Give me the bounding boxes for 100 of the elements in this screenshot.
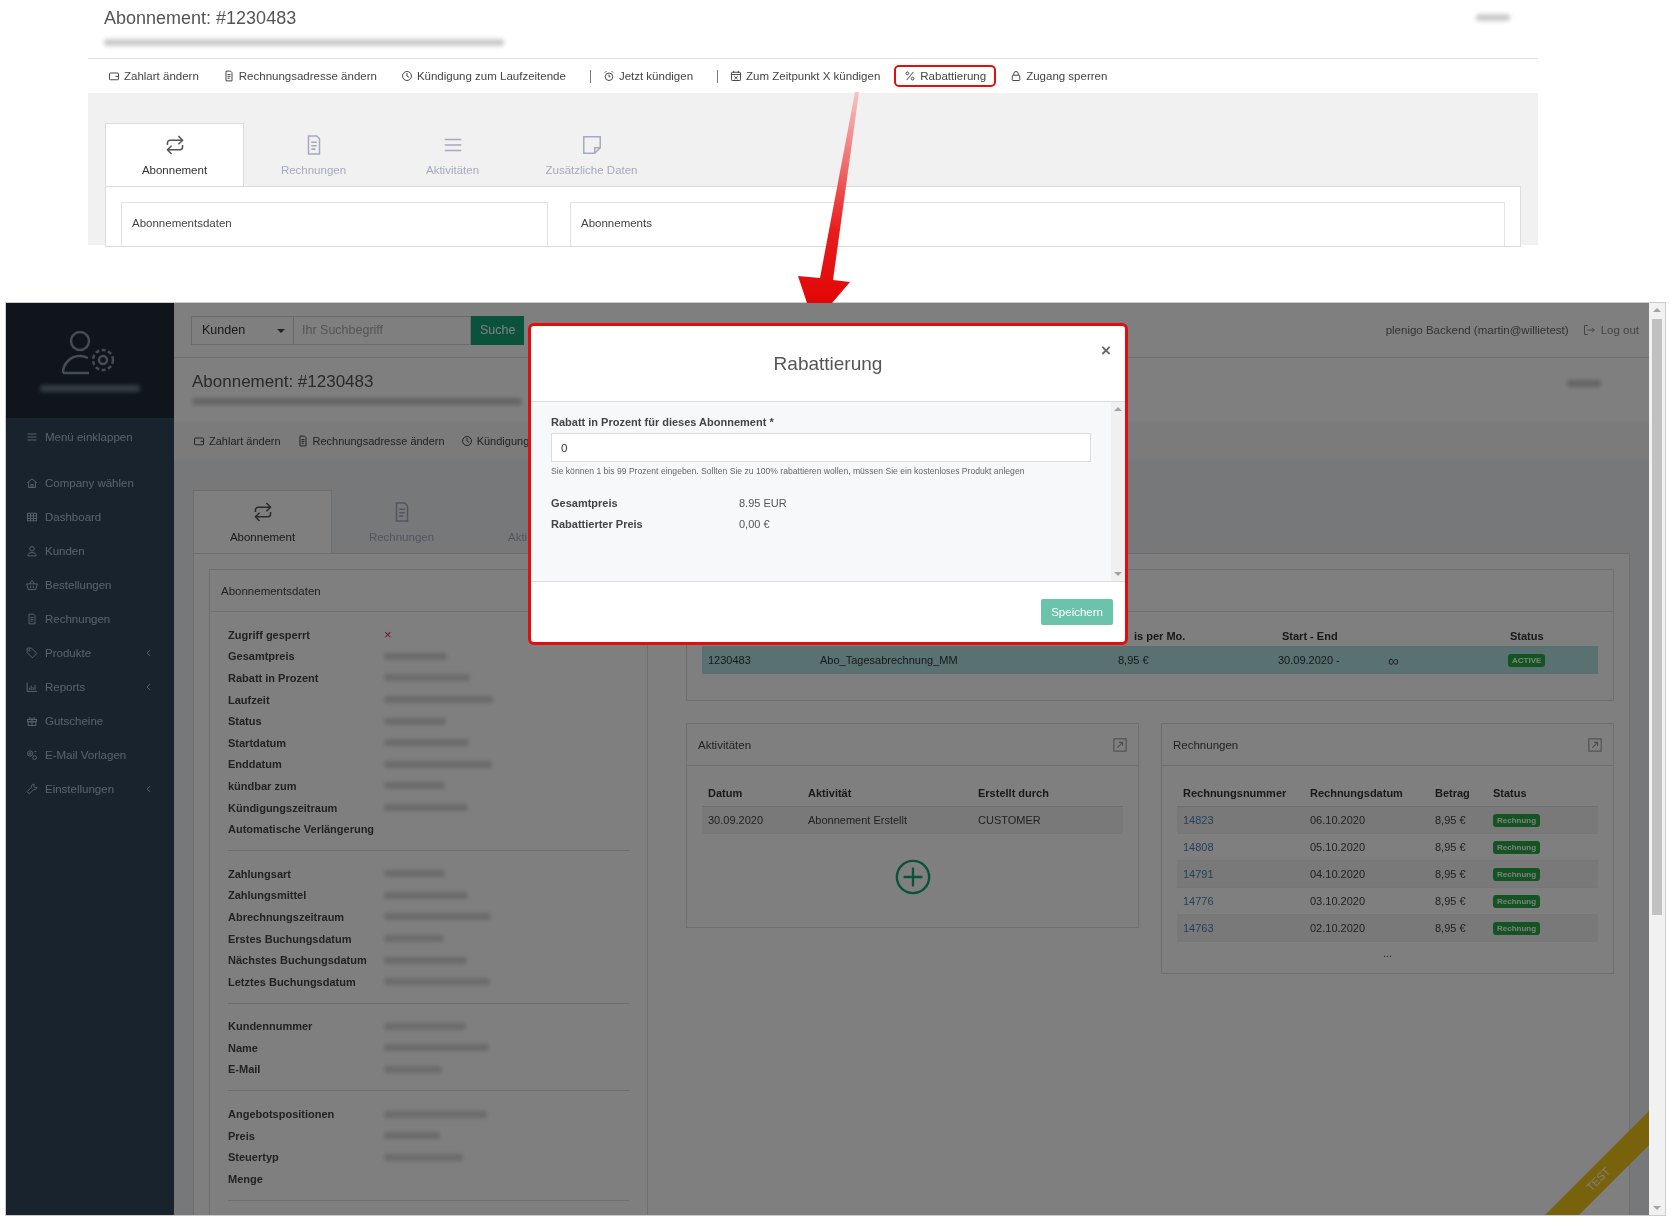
tab[interactable]: Abonnement (193, 490, 332, 553)
tab[interactable]: Rechnungen (244, 123, 383, 186)
column-header: Start - End (1282, 630, 1339, 642)
status-badge: ACTIVE (1508, 654, 1546, 667)
table-cell-text: 03.10.2020 (1310, 895, 1367, 907)
status-badge: Rechnung (1493, 814, 1541, 827)
action-link[interactable]: Jetzt kündigen (579, 64, 704, 88)
column-header: Erstellt durch (978, 787, 1050, 799)
status-badge: Rechnung (1493, 895, 1541, 908)
action-link[interactable]: Zugang sperren (1000, 65, 1118, 87)
table-cell-text: 04.10.2020 (1310, 868, 1367, 880)
gift-icon (26, 715, 38, 727)
document-icon (222, 70, 235, 82)
wallet-icon (108, 70, 120, 82)
column-header: Rechnungsdatum (1310, 787, 1404, 799)
status-badge: Rechnung (1493, 922, 1541, 935)
field-label: Zahlungsart (228, 867, 292, 880)
sidebar-item[interactable]: E-Mail Vorlagen (6, 738, 174, 772)
action-link[interactable]: Rabattierung (894, 65, 997, 87)
tab[interactable]: Abonnement (105, 123, 244, 186)
document-icon (296, 435, 309, 447)
page-title: Abonnement: #1230483 (104, 8, 297, 29)
sidebar-item[interactable]: Kunden (6, 534, 174, 568)
field-label: Laufzeit (228, 693, 271, 706)
logout-icon (1582, 324, 1595, 336)
chevron-icon (144, 784, 154, 794)
scrollbar[interactable] (1111, 402, 1125, 581)
scrollbar[interactable] (1649, 303, 1665, 1215)
table-cell-text: Abonnement Erstellt (808, 814, 909, 826)
wrench-icon (26, 783, 38, 795)
calendar-icon (730, 70, 743, 82)
field-label: Abrechnungszeitraum (228, 910, 346, 923)
column-header: Betrag (1435, 787, 1471, 799)
save-button[interactable]: Speichern (1041, 599, 1113, 625)
table-cell-text: 1230483 (708, 654, 752, 666)
invoice-link[interactable]: 14763 (1183, 922, 1214, 934)
table-cell-text: 8,95 € (1435, 814, 1467, 826)
basket-icon (26, 579, 38, 591)
action-link[interactable]: Kündigung zum Laufzeitende (390, 65, 576, 87)
sidebar-item[interactable]: Bestellungen (6, 568, 174, 602)
sidebar-item[interactable]: Gutscheine (6, 704, 174, 738)
table-cell-text: 8,95 € (1118, 654, 1150, 666)
action-link[interactable]: Zum Zeitpunkt X kündigen (707, 64, 891, 88)
action-link[interactable]: Rechnungsadresse ändern (289, 430, 452, 452)
clock-icon (460, 435, 473, 447)
status-badge: Rechnung (1493, 868, 1541, 881)
field-label: Automatische Verlängerung (228, 823, 376, 836)
action-link[interactable]: Kündigung (453, 430, 537, 452)
home-icon (26, 477, 38, 489)
add-icon[interactable] (893, 858, 932, 896)
chevron-icon (144, 682, 154, 692)
search-button[interactable]: Suche (471, 315, 525, 345)
tab[interactable]: Zusätzliche Daten (522, 123, 661, 186)
action-link[interactable]: Zahlart ändern (98, 65, 209, 87)
column-header: Status (1493, 787, 1528, 799)
dialog-title: Rabattierung (773, 352, 883, 375)
tab[interactable]: Aktivitäten (383, 123, 522, 186)
action-link[interactable]: Rechnungsadresse ändern (212, 65, 387, 87)
sidebar-item[interactable]: Einstellungen (6, 772, 174, 806)
logout-link[interactable]: Log out (1582, 324, 1639, 336)
sidebar-item[interactable]: Produkte (6, 636, 174, 670)
search-scope-select[interactable]: Kunden (191, 315, 294, 345)
field-value: × (384, 627, 393, 643)
action-link[interactable]: Zahlart ändern (186, 430, 288, 452)
external-link-icon[interactable] (1113, 737, 1127, 752)
close-button[interactable]: × (1101, 342, 1111, 359)
card-title: Rechnungen (1173, 738, 1239, 751)
summary-value: 8.95 EUR (739, 496, 788, 509)
column-header: Rechnungsnummer (1183, 787, 1288, 799)
column-header: Datum (708, 787, 744, 799)
external-link-icon[interactable] (1588, 737, 1602, 752)
invoice-link[interactable]: 14808 (1183, 841, 1214, 853)
table-icon (26, 511, 38, 523)
bar-chart-icon (26, 681, 38, 693)
clock-icon (400, 70, 413, 82)
redacted-text (1476, 14, 1510, 21)
invoice-link[interactable]: 14823 (1183, 814, 1214, 826)
field-label: Rabatt in Prozent für dieses Abonnement * (551, 416, 775, 428)
field-label: Status (228, 715, 263, 728)
invoice-link[interactable]: 14776 (1183, 895, 1214, 907)
sidebar-item[interactable]: Company wählen (6, 466, 174, 500)
invoice-link[interactable]: 14791 (1183, 868, 1214, 880)
field-label: Preis (228, 1129, 256, 1142)
field-label: kündbar zum (228, 779, 298, 792)
tag-icon (26, 647, 38, 659)
field-label: Startdatum (228, 736, 288, 749)
alarm-clock-icon (602, 70, 615, 82)
collapse-menu-link[interactable]: Menü einklappen (6, 420, 174, 454)
sidebar-item[interactable]: Rechnungen (6, 602, 174, 636)
page-title: Abonnement: #1230483 (192, 372, 374, 392)
field-label: Nächstes Buchungsdatum (228, 954, 368, 967)
table-cell-text: 30.09.2020 (708, 814, 765, 826)
field-label: Erstes Buchungsdatum (228, 932, 353, 945)
summary-label: Gesamtpreis (551, 496, 619, 509)
discount-input[interactable]: 0 (551, 433, 1091, 462)
sidebar-item[interactable]: Reports (6, 670, 174, 704)
wallet-icon (193, 435, 205, 447)
document-icon (26, 613, 38, 625)
field-label: Letztes Buchungsdatum (228, 975, 357, 988)
sidebar-item[interactable]: Dashboard (6, 500, 174, 534)
